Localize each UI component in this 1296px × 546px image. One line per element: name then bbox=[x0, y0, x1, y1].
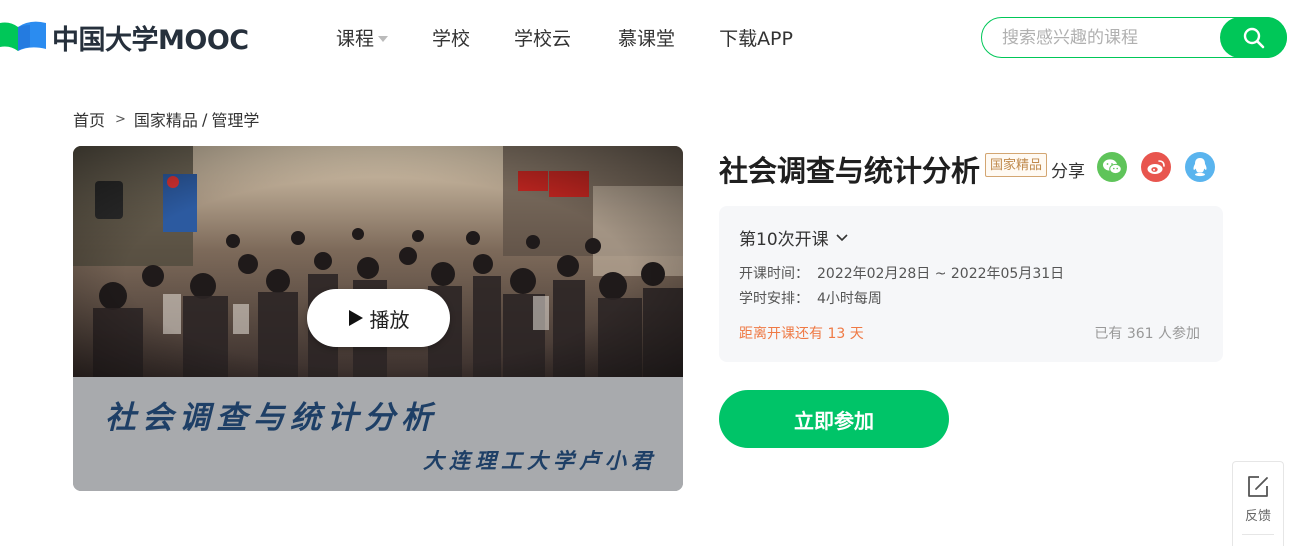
mooc-logo-mark-icon bbox=[0, 17, 50, 57]
breadcrumb: 首页 > 国家精品 / 管理学 bbox=[73, 107, 259, 131]
cover-title: 社会调查与统计分析 bbox=[105, 400, 438, 436]
play-button-label: 播放 bbox=[369, 307, 410, 332]
join-course-button[interactable]: 立即参加 bbox=[719, 390, 949, 448]
breadcrumb-home[interactable]: 首页 bbox=[73, 107, 105, 131]
schedule-value: 2022年02月28日 ~ 2022年05月31日 bbox=[817, 266, 1065, 282]
schedule-label: 开课时间： bbox=[739, 266, 809, 282]
nav-item-label: 学校 bbox=[432, 28, 471, 50]
course-cover[interactable]: 社会调查与统计分析 大连理工大学卢小君 播放 bbox=[73, 146, 683, 491]
enrolled-count: 已有 361 人参加 bbox=[1094, 326, 1200, 342]
top-header: 中国大学MOOC 课程 学校 学校云 慕课堂 下载APP bbox=[0, 0, 1296, 76]
workload-row: 学时安排： 4小时每周 bbox=[739, 288, 882, 308]
breadcrumb-subcategory[interactable]: 管理学 bbox=[211, 107, 259, 131]
feedback-button[interactable]: 反馈 bbox=[1232, 461, 1284, 546]
search-box bbox=[981, 17, 1287, 58]
search-button[interactable] bbox=[1220, 17, 1287, 58]
session-selector[interactable]: 第10次开课 bbox=[739, 225, 849, 250]
nav-item-label: 课程 bbox=[336, 28, 375, 50]
nav-item-school-cloud[interactable]: 学校云 bbox=[514, 24, 571, 51]
feedback-label: 反馈 bbox=[1244, 509, 1271, 524]
session-label: 第10次开课 bbox=[739, 230, 829, 250]
play-icon bbox=[348, 310, 363, 326]
cover-caption: 社会调查与统计分析 大连理工大学卢小君 bbox=[73, 377, 683, 491]
logo-text: 中国大学MOOC bbox=[52, 24, 249, 56]
breadcrumb-slash: / bbox=[201, 109, 208, 129]
search-input[interactable] bbox=[1000, 25, 1204, 51]
divider bbox=[1242, 534, 1274, 535]
weibo-icon[interactable] bbox=[1141, 152, 1171, 182]
qq-icon[interactable] bbox=[1185, 152, 1215, 182]
play-button[interactable]: 播放 bbox=[307, 289, 450, 347]
nav-item-label: 慕课堂 bbox=[618, 28, 676, 50]
nav-item-download-app[interactable]: 下载APP bbox=[719, 24, 793, 51]
course-info-box: 第10次开课 开课时间： 2022年02月28日 ~ 2022年05月31日 学时… bbox=[719, 206, 1223, 362]
cover-author: 大连理工大学卢小君 bbox=[423, 448, 657, 473]
nav-item-mooc-classroom[interactable]: 慕课堂 bbox=[618, 24, 675, 51]
nav-item-courses[interactable]: 课程 bbox=[336, 24, 389, 51]
nav-item-schools[interactable]: 学校 bbox=[432, 24, 470, 51]
edit-icon bbox=[1248, 476, 1268, 497]
breadcrumb-category[interactable]: 国家精品 bbox=[134, 107, 198, 131]
site-logo[interactable]: 中国大学MOOC bbox=[0, 17, 249, 57]
wechat-icon[interactable] bbox=[1097, 152, 1127, 182]
workload-value: 4小时每周 bbox=[817, 291, 882, 307]
course-badge: 国家精品 bbox=[985, 153, 1048, 177]
course-title: 社会调查与统计分析 bbox=[719, 154, 981, 188]
nav-item-label: 下载APP bbox=[719, 28, 793, 50]
breadcrumb-separator: > bbox=[115, 111, 126, 127]
chevron-down-icon bbox=[836, 233, 848, 241]
main-nav: 课程 学校 学校云 慕课堂 下载APP bbox=[336, 24, 837, 51]
schedule-row: 开课时间： 2022年02月28日 ~ 2022年05月31日 bbox=[739, 263, 1064, 283]
chevron-down-icon bbox=[378, 35, 389, 42]
nav-item-label: 学校云 bbox=[514, 28, 572, 50]
search-icon bbox=[1243, 27, 1264, 48]
share-label: 分享 bbox=[1051, 162, 1085, 182]
countdown-text: 距离开课还有 13 天 bbox=[739, 326, 864, 342]
workload-label: 学时安排： bbox=[739, 291, 809, 307]
